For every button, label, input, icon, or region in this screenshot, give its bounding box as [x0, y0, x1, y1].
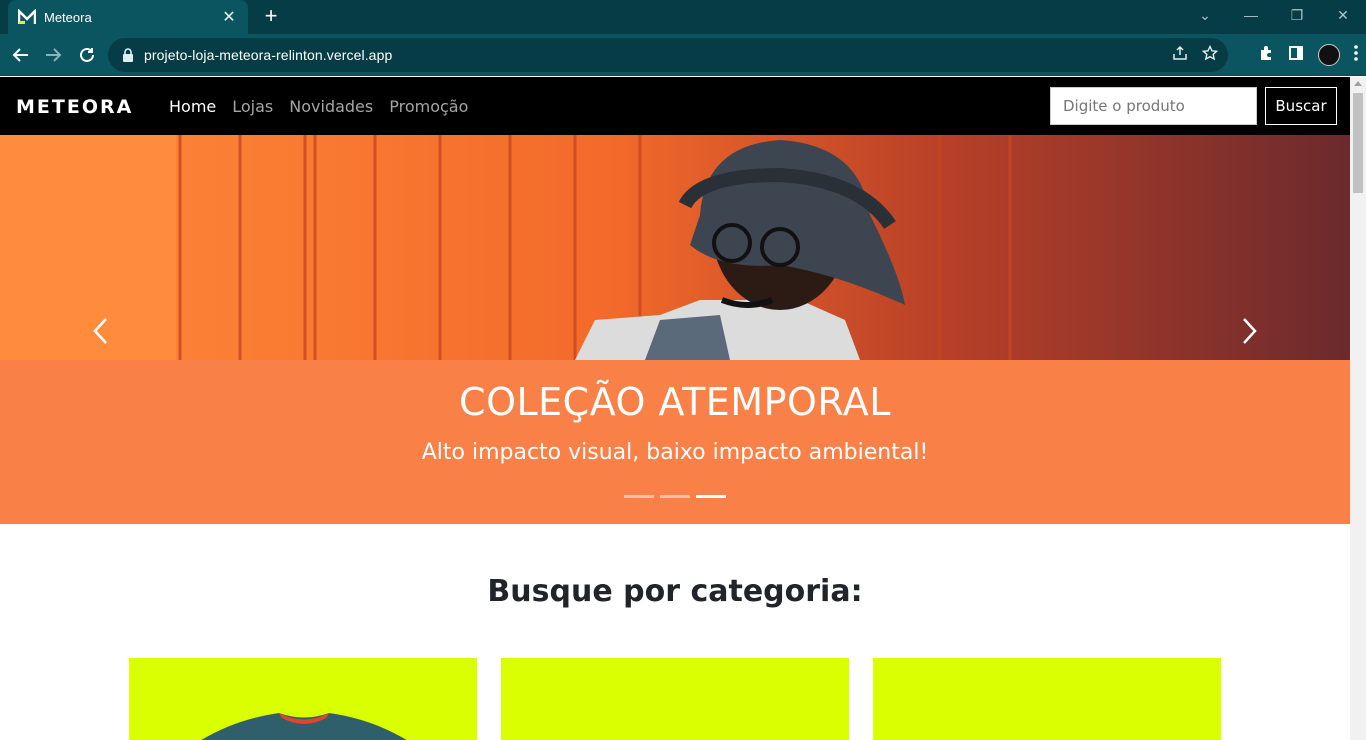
- site-navbar: METEORA Home Lojas Novidades Promoção Bu…: [0, 77, 1350, 135]
- prev-arrow-icon[interactable]: [86, 311, 116, 351]
- carousel-indicator-3[interactable]: [696, 495, 726, 498]
- nav-link-novidades[interactable]: Novidades: [289, 97, 373, 116]
- category-card-1[interactable]: [129, 658, 477, 740]
- lock-icon: [123, 48, 133, 62]
- nav-link-lojas[interactable]: Lojas: [232, 97, 273, 116]
- forward-icon[interactable]: [38, 40, 68, 70]
- nav-link-home[interactable]: Home: [169, 97, 216, 116]
- address-bar[interactable]: projeto-loja-meteora-relinton.vercel.app: [108, 38, 1228, 72]
- new-tab-button[interactable]: +: [258, 4, 284, 30]
- tab-strip: Meteora ✕ + ⌄ — ❐ ✕: [0, 0, 1366, 34]
- page-scrollbar[interactable]: [1350, 77, 1366, 740]
- carousel-subtitle: Alto impacto visual, baixo impacto ambie…: [421, 440, 929, 465]
- close-window-icon[interactable]: ✕: [1320, 0, 1366, 30]
- sidepanel-icon[interactable]: [1288, 45, 1304, 66]
- carousel-title: COLEÇÃO ATEMPORAL: [459, 380, 891, 424]
- hero-carousel: COLEÇÃO ATEMPORAL Alto impacto visual, b…: [0, 135, 1350, 524]
- minimize-icon[interactable]: —: [1228, 0, 1274, 30]
- nav-links: Home Lojas Novidades Promoção: [169, 97, 468, 116]
- meteora-logo[interactable]: METEORA: [16, 96, 133, 118]
- search-button[interactable]: Buscar: [1265, 87, 1337, 125]
- carousel-indicators: [624, 495, 726, 498]
- web-page: METEORA Home Lojas Novidades Promoção Bu…: [0, 77, 1350, 740]
- nav-link-promocao[interactable]: Promoção: [389, 97, 468, 116]
- search-input[interactable]: [1050, 87, 1257, 125]
- restore-icon[interactable]: ❐: [1274, 0, 1320, 30]
- scroll-thumb[interactable]: [1353, 93, 1363, 193]
- reload-icon[interactable]: [72, 40, 102, 70]
- category-heading: Busque por categoria:: [487, 574, 863, 609]
- profile-avatar[interactable]: [1318, 44, 1340, 66]
- carousel-caption: COLEÇÃO ATEMPORAL Alto impacto visual, b…: [0, 360, 1350, 524]
- next-arrow-icon[interactable]: [1234, 311, 1264, 351]
- url-text: projeto-loja-meteora-relinton.vercel.app: [144, 47, 393, 63]
- close-tab-icon[interactable]: ✕: [220, 7, 238, 27]
- category-card-2[interactable]: [501, 658, 849, 740]
- hero-image: [0, 135, 1350, 360]
- tshirt-image: [201, 713, 407, 740]
- scroll-up-icon[interactable]: [1354, 81, 1362, 86]
- meteora-favicon-icon: [18, 8, 36, 26]
- back-icon[interactable]: [6, 40, 36, 70]
- tab-search-icon[interactable]: ⌄: [1182, 0, 1228, 30]
- browser-tab[interactable]: Meteora ✕: [8, 0, 248, 34]
- menu-icon[interactable]: [1354, 44, 1358, 66]
- category-card-3[interactable]: [873, 658, 1221, 740]
- window-controls: ⌄ — ❐ ✕: [1182, 0, 1366, 34]
- carousel-indicator-2[interactable]: [660, 495, 690, 498]
- tab-title: Meteora: [44, 9, 92, 25]
- share-icon[interactable]: [1172, 45, 1188, 65]
- browser-toolbar: projeto-loja-meteora-relinton.vercel.app: [0, 34, 1366, 76]
- star-icon[interactable]: [1201, 44, 1219, 65]
- carousel-indicator-1[interactable]: [624, 495, 654, 498]
- extensions-icon[interactable]: [1258, 45, 1274, 66]
